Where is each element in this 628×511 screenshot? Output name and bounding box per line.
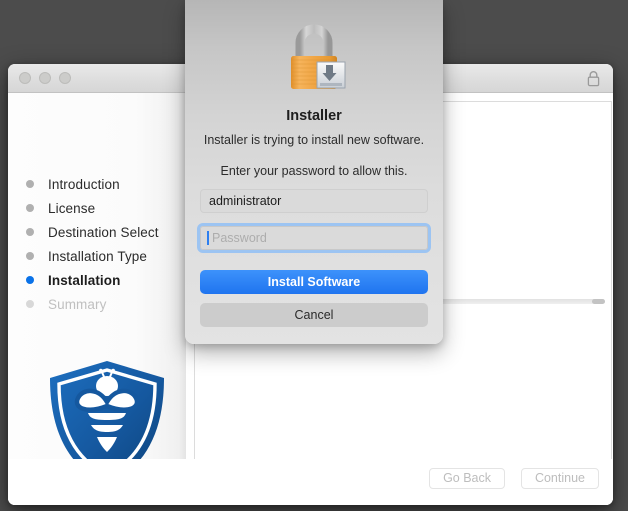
step-bullet-icon — [26, 300, 34, 308]
step-label: Installation Type — [48, 248, 148, 264]
sidebar-item-summary: Summary — [26, 292, 186, 316]
continue-button[interactable]: Continue — [520, 468, 599, 489]
password-field-inner[interactable]: Password — [200, 226, 428, 250]
install-software-button[interactable]: Install Software — [200, 270, 428, 294]
dialog-prompt: Enter your password to allow this. — [220, 164, 408, 178]
padlock-install-icon — [277, 18, 351, 94]
step-label: Summary — [48, 296, 107, 312]
zoom-button-icon[interactable] — [59, 72, 71, 84]
installer-bottom-bar: Go Back Continue — [8, 459, 613, 505]
step-bullet-icon — [26, 228, 34, 236]
step-label: Installation — [48, 272, 121, 288]
installer-sidebar: Introduction License Destination Select … — [8, 93, 186, 505]
sidebar-item-introduction[interactable]: Introduction — [26, 172, 186, 196]
sidebar-item-destination-select[interactable]: Destination Select — [26, 220, 186, 244]
password-placeholder: Password — [212, 231, 267, 245]
step-bullet-icon — [26, 252, 34, 260]
step-bullet-icon — [26, 276, 34, 284]
desktop-background: Introduction License Destination Select … — [0, 0, 628, 511]
text-caret — [207, 231, 209, 245]
password-field[interactable]: Password — [197, 223, 431, 253]
traffic-light-group — [19, 72, 71, 84]
cancel-button[interactable]: Cancel — [200, 303, 428, 327]
step-bullet-icon — [26, 204, 34, 212]
username-field[interactable]: administrator — [200, 189, 428, 213]
sidebar-item-installation[interactable]: Installation — [26, 268, 186, 292]
sidebar-item-installation-type[interactable]: Installation Type — [26, 244, 186, 268]
close-button-icon[interactable] — [19, 72, 31, 84]
step-label: License — [48, 200, 96, 216]
installer-step-list: Introduction License Destination Select … — [26, 172, 186, 316]
authentication-dialog: Installer Installer is trying to install… — [185, 0, 443, 344]
go-back-button[interactable]: Go Back — [429, 468, 505, 489]
dialog-app-title: Installer — [286, 108, 342, 124]
minimize-button-icon[interactable] — [39, 72, 51, 84]
install-progress-thumb[interactable] — [592, 299, 605, 304]
lock-icon[interactable] — [587, 70, 600, 87]
step-bullet-icon — [26, 180, 34, 188]
step-label: Introduction — [48, 176, 120, 192]
dialog-message: Installer is trying to install new softw… — [203, 133, 425, 147]
sidebar-item-license[interactable]: License — [26, 196, 186, 220]
step-label: Destination Select — [48, 224, 159, 240]
